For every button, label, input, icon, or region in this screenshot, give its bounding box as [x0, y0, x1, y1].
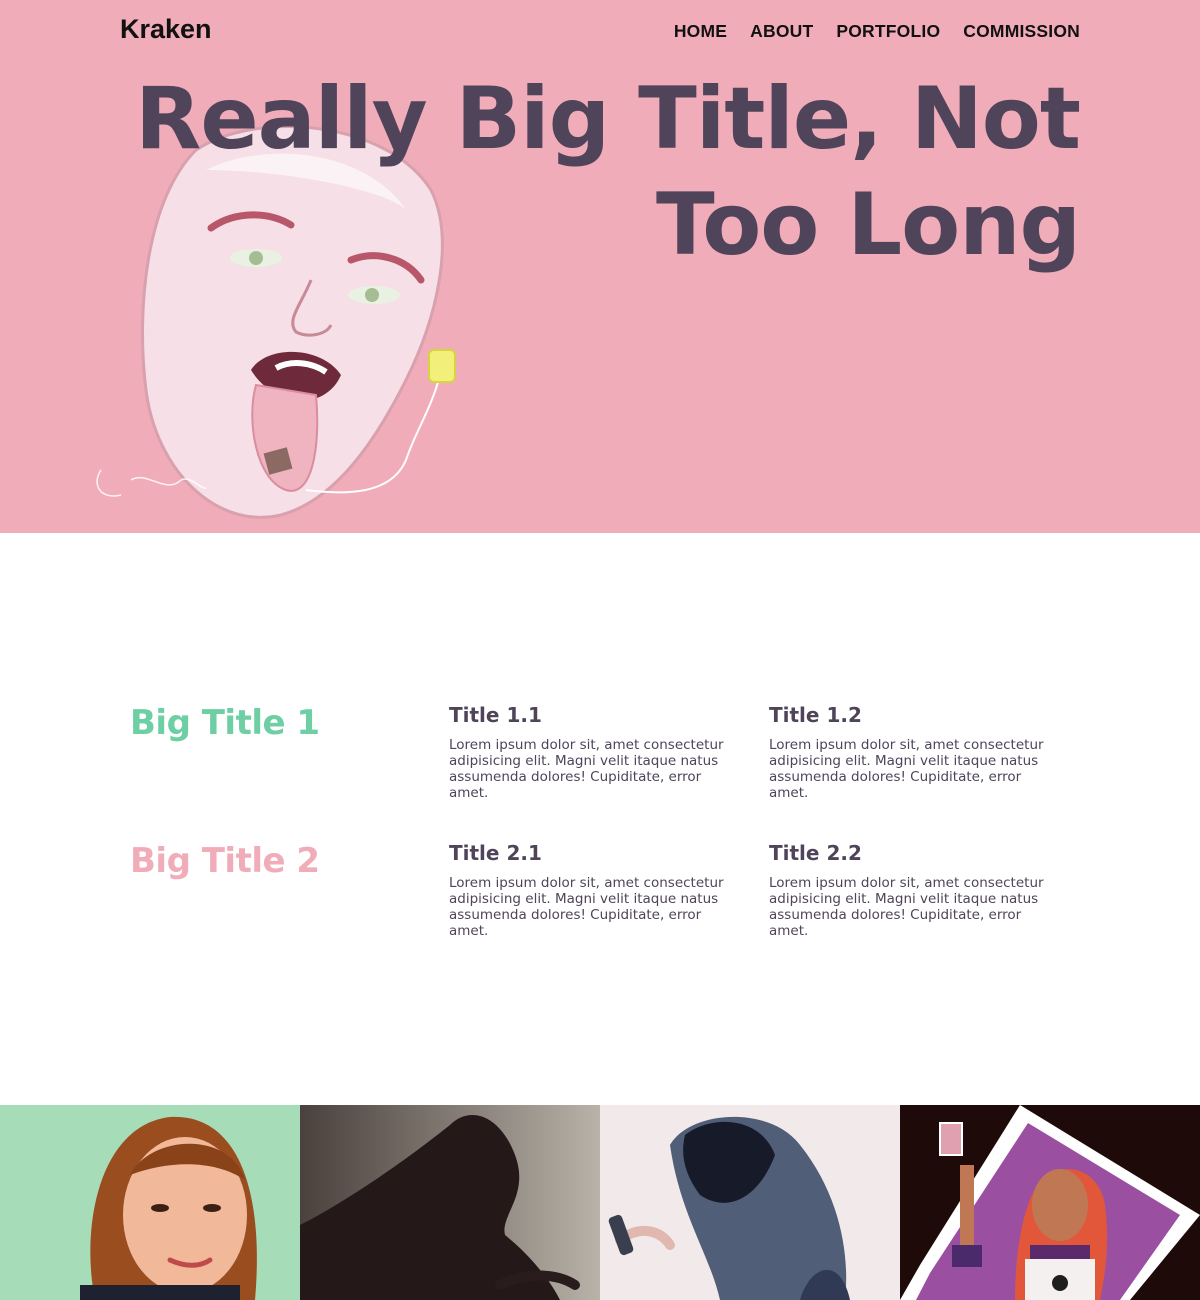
- nav-portfolio-link[interactable]: PORTFOLIO: [836, 21, 940, 42]
- big-title-2: Big Title 2: [130, 841, 320, 881]
- nav-commission-link[interactable]: COMMISSION: [963, 21, 1080, 42]
- silhouette-art: [300, 1105, 600, 1300]
- brand-logo[interactable]: Kraken: [120, 14, 212, 45]
- feature-text: Lorem ipsum dolor sit, amet consectetur …: [449, 737, 724, 801]
- big-title-1: Big Title 1: [130, 703, 320, 743]
- feature-title: Title 2.1: [449, 841, 542, 865]
- portrait-woman-art: [0, 1105, 300, 1300]
- gallery-image-silhouette[interactable]: [300, 1105, 600, 1300]
- feature-text: Lorem ipsum dolor sit, amet consectetur …: [769, 875, 1044, 939]
- feature-block-2-1: Title 2.1 Lorem ipsum dolor sit, amet co…: [449, 841, 741, 939]
- hero-title: Really Big Title, Not Too Long: [120, 66, 1081, 278]
- feature-title: Title 2.2: [769, 841, 862, 865]
- feature-block-2-2: Title 2.2 Lorem ipsum dolor sit, amet co…: [769, 841, 1061, 939]
- feature-title: Title 1.1: [449, 703, 542, 727]
- portfolio-gallery: [0, 1105, 1200, 1300]
- card-player-art: [900, 1105, 1200, 1300]
- feature-text: Lorem ipsum dolor sit, amet consectetur …: [449, 875, 724, 939]
- hero-section: Kraken HOME ABOUT PORTFOLIO COMMISSION R…: [0, 0, 1200, 533]
- hero-title-line-1: Really Big Title, Not: [135, 69, 1081, 169]
- hooded-figure-art: [600, 1105, 900, 1300]
- feature-title: Title 1.2: [769, 703, 862, 727]
- hero-title-line-2: Too Long: [655, 175, 1081, 275]
- gallery-image-hooded-figure[interactable]: [600, 1105, 900, 1300]
- main-nav: HOME ABOUT PORTFOLIO COMMISSION: [674, 21, 1080, 42]
- gallery-image-portrait-woman[interactable]: [0, 1105, 300, 1300]
- feature-text: Lorem ipsum dolor sit, amet consectetur …: [769, 737, 1044, 801]
- feature-block-1-1: Title 1.1 Lorem ipsum dolor sit, amet co…: [449, 703, 741, 801]
- nav-home-link[interactable]: HOME: [674, 21, 727, 42]
- nav-about-link[interactable]: ABOUT: [750, 21, 813, 42]
- feature-block-1-2: Title 1.2 Lorem ipsum dolor sit, amet co…: [769, 703, 1061, 801]
- gallery-image-card-player[interactable]: [900, 1105, 1200, 1300]
- features-section: Big Title 1 Title 1.1 Lorem ipsum dolor …: [0, 533, 1200, 1105]
